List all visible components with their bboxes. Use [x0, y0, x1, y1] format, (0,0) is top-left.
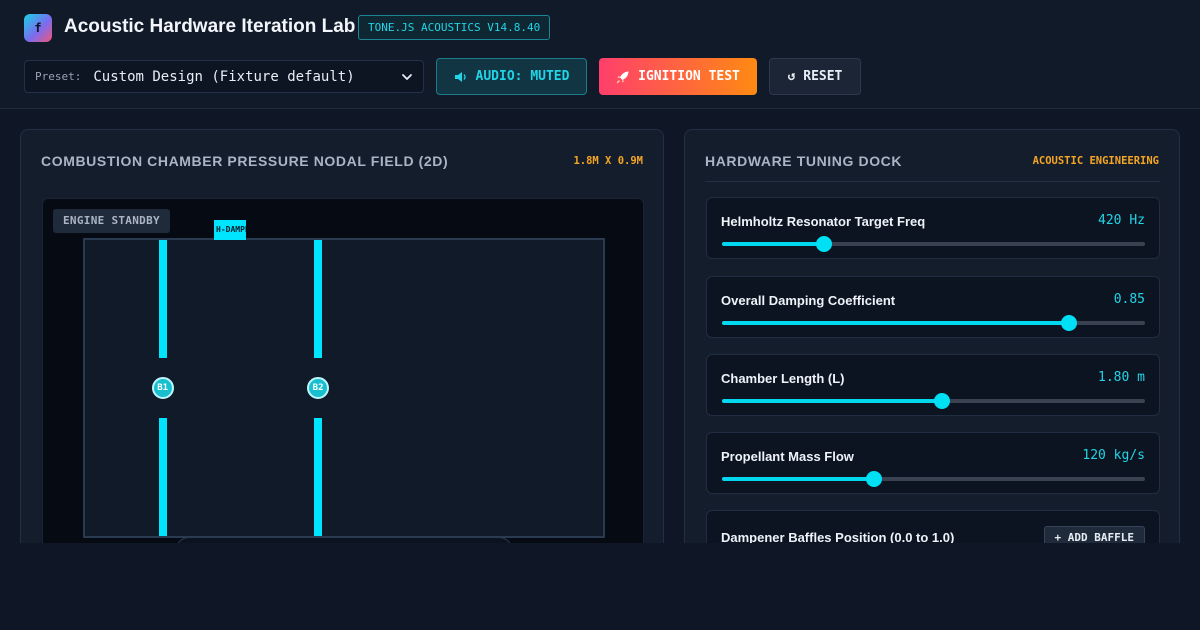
preset-value: Custom Design (Fixture default) — [93, 68, 355, 85]
ignition-button-label: IGNITION TEST — [638, 69, 740, 84]
preset-label: Preset: — [35, 70, 82, 83]
tuning-dock-panel: HARDWARE TUNING DOCK ACOUSTIC ENGINEERIN… — [684, 129, 1180, 559]
slider-thumb[interactable] — [866, 471, 883, 487]
slider-fill — [722, 242, 824, 246]
reset-button-label: ↺ RESET — [787, 69, 843, 84]
baffle-b1-upper[interactable] — [158, 240, 167, 358]
engine-status-badge: ENGINE STANDBY — [53, 209, 170, 233]
propellant-mass-flow-slider[interactable] — [722, 471, 1145, 487]
audio-button-label: AUDIO: MUTED — [475, 69, 570, 84]
app-logo-icon: f — [24, 14, 52, 42]
chamber-length-control: Chamber Length (L) 1.80 m — [706, 354, 1160, 416]
baffle-b2-lower[interactable] — [314, 418, 323, 536]
control-value: 420 Hz — [1098, 213, 1145, 228]
slider-fill — [722, 477, 875, 481]
baffle-handle-b1[interactable]: B1 — [151, 377, 174, 399]
chamber-dimensions: 1.8M X 0.9M — [573, 155, 643, 167]
damping-coefficient-control: Overall Damping Coefficient 0.85 — [706, 276, 1160, 338]
version-badge: TONE.JS ACOUSTICS V14.8.40 — [358, 15, 551, 40]
nodal-field-panel: COMBUSTION CHAMBER PRESSURE NODAL FIELD … — [20, 129, 664, 559]
rocket-icon — [616, 71, 629, 83]
combustion-chamber: B1 B2 — [83, 238, 605, 538]
helmholtz-damper-marker[interactable]: H-DAMPER — [214, 220, 247, 240]
slider-fill — [722, 399, 942, 403]
baffle-b1-lower[interactable] — [158, 418, 167, 536]
chevron-down-icon — [402, 73, 412, 80]
app-title: Acoustic Hardware Iteration Lab — [64, 16, 356, 37]
baffle-handle-b2[interactable]: B2 — [307, 377, 330, 399]
tuning-dock-tag: ACOUSTIC ENGINEERING — [1032, 155, 1159, 167]
slider-thumb[interactable] — [933, 393, 950, 409]
baffle-b2-upper[interactable] — [314, 240, 323, 358]
app-logo-glyph: f — [34, 21, 42, 35]
app-header: f Acoustic Hardware Iteration Lab TONE.J… — [0, 0, 1200, 109]
chamber-length-slider[interactable] — [722, 393, 1145, 409]
control-label: Helmholtz Resonator Target Freq — [721, 214, 926, 229]
control-value: 120 kg/s — [1082, 448, 1145, 463]
nodal-field-title: COMBUSTION CHAMBER PRESSURE NODAL FIELD … — [41, 153, 449, 169]
preset-select[interactable]: Preset: Custom Design (Fixture default) — [24, 60, 424, 93]
slider-thumb[interactable] — [815, 236, 832, 252]
helmholtz-freq-slider[interactable] — [722, 236, 1145, 252]
propellant-mass-flow-control: Propellant Mass Flow 120 kg/s — [706, 432, 1160, 494]
slider-thumb[interactable] — [1060, 315, 1077, 331]
audio-toggle-button[interactable]: AUDIO: MUTED — [436, 58, 587, 95]
reset-button[interactable]: ↺ RESET — [769, 58, 861, 95]
tuning-dock-title: HARDWARE TUNING DOCK — [705, 153, 903, 169]
control-label: Chamber Length (L) — [721, 371, 845, 386]
speaker-icon — [454, 71, 466, 82]
control-label: Overall Damping Coefficient — [721, 293, 896, 308]
damping-coefficient-slider[interactable] — [722, 315, 1145, 331]
divider — [705, 181, 1160, 182]
slider-fill — [722, 321, 1069, 325]
page-background — [0, 543, 1200, 630]
control-label: Propellant Mass Flow — [721, 449, 854, 464]
control-value: 0.85 — [1113, 292, 1145, 307]
helmholtz-freq-control: Helmholtz Resonator Target Freq 420 Hz — [706, 197, 1160, 259]
control-value: 1.80 m — [1098, 370, 1145, 385]
pressure-field-canvas[interactable]: B1 B2 ENGINE STANDBY H-DAMPER — [42, 198, 644, 558]
ignition-test-button[interactable]: IGNITION TEST — [599, 58, 757, 95]
